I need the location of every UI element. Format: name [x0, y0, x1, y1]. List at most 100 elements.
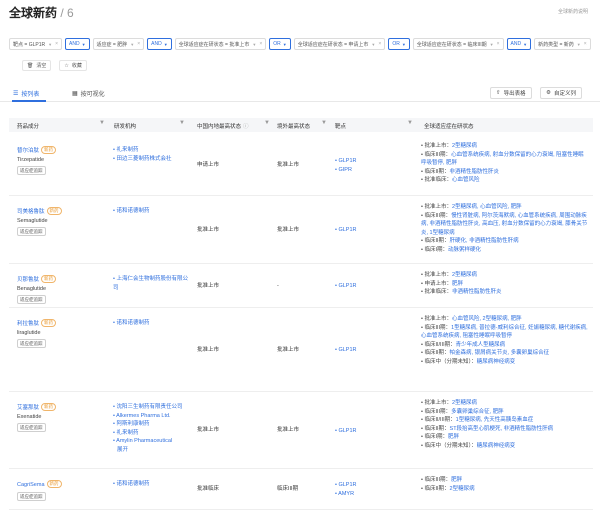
logic-operator-select[interactable]: OR ▼	[388, 38, 410, 50]
indication-link[interactable]: 青少年成人型糖尿病	[456, 342, 506, 348]
org-link[interactable]: • 阿斯利康制药	[113, 420, 188, 429]
indication-link[interactable]: 糖尿病神经病变	[477, 359, 516, 365]
column-header-org[interactable]: 研发机构	[114, 122, 136, 130]
indication-tracking-button[interactable]: 适应症追踪	[17, 339, 46, 349]
drug-name-link[interactable]: 替尔泊肽	[17, 148, 39, 154]
target-link[interactable]: • GIPR	[335, 166, 357, 175]
clear-filters-button[interactable]: 🗑 清空	[22, 60, 52, 71]
chevron-down-icon[interactable]: ▼	[48, 42, 52, 47]
indication-link[interactable]: ST段抬高型心肌梗死, 非酒精性脂肪性肝病	[450, 426, 554, 432]
org-link[interactable]: • 上海仁会生物制药股份有限公司	[113, 275, 188, 292]
indication-link[interactable]: 非酒精性脂肪性肝炎	[452, 289, 502, 295]
help-link[interactable]: 全球新药说明	[558, 8, 588, 15]
indication-tracking-button[interactable]: 适应症追踪	[17, 423, 46, 433]
filter-chip[interactable]: 适应症 = 肥胖 ▼ ×	[92, 38, 145, 50]
indication-tracking-button[interactable]: 适应症追踪	[17, 295, 46, 305]
org-link[interactable]: • Amylin Pharmaceutical	[113, 437, 188, 446]
close-icon[interactable]: ×	[137, 41, 140, 47]
target-link[interactable]: • AMYR	[335, 490, 357, 499]
drug-name-link[interactable]: 利拉鲁肽	[17, 321, 39, 327]
filter-icon[interactable]: ▼	[407, 120, 413, 126]
drug-name-link[interactable]: 司美格鲁肽	[17, 209, 45, 215]
close-icon[interactable]: ×	[55, 41, 58, 47]
org-link[interactable]: • 礼来制药	[113, 429, 188, 438]
indication-tracking-button[interactable]: 适应症追踪	[17, 166, 46, 176]
indication-link[interactable]: 帕金森病, 银屑病关节炎, 多囊卵巢综合征	[450, 350, 550, 356]
close-icon[interactable]: ×	[259, 41, 262, 47]
drug-name-link[interactable]: 贝那鲁肽	[17, 277, 39, 283]
filter-chip[interactable]: 新药类型 = 新药 ▼ ×	[534, 38, 591, 50]
drug-english-name: Benaglutide	[17, 285, 47, 292]
tab-list[interactable]: ☰ 按列表	[13, 89, 39, 98]
indication-link[interactable]: 动脉粥样硬化	[448, 247, 481, 253]
indication-tracking-button[interactable]: 适应症追踪	[17, 227, 46, 237]
filter-chip[interactable]: 靶点 = GLP1R ▼ ×	[9, 38, 62, 50]
indication-link[interactable]: 多囊卵巢综合征, 肥胖	[451, 409, 504, 415]
custom-columns-button[interactable]: ⚙ 自定义列	[540, 87, 582, 99]
target-link[interactable]: • GLP1R	[335, 427, 357, 436]
indication-link[interactable]: 糖尿病神经病变	[477, 443, 516, 449]
close-icon[interactable]: ×	[378, 41, 381, 47]
indication-link[interactable]: 2型糖尿病	[452, 272, 477, 278]
indication-link[interactable]: 心血管风险, 2型糖尿病, 肥胖	[452, 316, 522, 322]
column-header-global-status[interactable]: 全球适应症在研状态	[424, 122, 474, 130]
status-line: • 批准上市：2型糖尿病	[421, 271, 589, 280]
indication-link[interactable]: 肝硬化, 非酒精性脂肪性肝病	[450, 238, 519, 244]
org-link[interactable]: • 诺和诺德制药	[113, 319, 188, 328]
indication-link[interactable]: 2型糖尿病	[452, 143, 477, 149]
filter-icon[interactable]: ▼	[321, 120, 327, 126]
org-link[interactable]: • 诺和诺德制药	[113, 480, 188, 489]
indication-link[interactable]: 2型糖尿病	[450, 486, 475, 492]
logic-operator-select[interactable]: AND ▼	[65, 38, 90, 50]
logic-operator-select[interactable]: AND ▼	[147, 38, 172, 50]
filter-chip[interactable]: 全球适应症在研状态 = 申请上市 ▼ ×	[293, 38, 386, 50]
indication-link[interactable]: 肥胖	[451, 477, 462, 483]
indication-link[interactable]: 非酒精性脂肪性肝炎	[450, 169, 500, 175]
target-link[interactable]: • GLP1R	[335, 282, 357, 291]
column-header-intl-status[interactable]: 境外最高状态	[277, 122, 310, 130]
expand-link[interactable]: 展开	[113, 446, 188, 455]
logic-operator-select[interactable]: AND ▼	[506, 38, 532, 50]
org-link[interactable]: • 礼来制药	[113, 146, 188, 155]
filter-chip[interactable]: 全球适应症在研状态 = 临床III期 ▼ ×	[412, 38, 504, 50]
filter-icon[interactable]: ▼	[99, 120, 105, 126]
chevron-down-icon[interactable]: ▼	[371, 42, 375, 47]
indication-link[interactable]: 1型糖尿病, 先天性高胰岛素血症	[456, 417, 534, 423]
column-header-cn-status[interactable]: 中国内地最高状态 ⓘ	[197, 122, 249, 130]
indication-link[interactable]: 2型糖尿病	[452, 400, 477, 406]
filter-icon[interactable]: ▼	[264, 120, 270, 126]
indication-link[interactable]: 心血管风险	[452, 177, 480, 183]
target-link[interactable]: • GLP1R	[335, 346, 357, 355]
logic-operator-select[interactable]: OR ▼	[269, 38, 291, 50]
chevron-down-icon[interactable]: ▼	[252, 42, 256, 47]
table-row: 替尔泊肽 新药 Tirzepatide 适应症追踪 • 礼来制药 • 田边三菱制药株式会社…	[9, 136, 593, 196]
export-table-button[interactable]: ⇧ 导出表格	[490, 87, 532, 99]
org-link[interactable]: • 诺和诺德制药	[113, 207, 188, 216]
chevron-down-icon[interactable]: ▼	[490, 42, 494, 47]
chevron-down-icon[interactable]: ▼	[130, 42, 134, 47]
indication-link[interactable]: 肥胖	[448, 434, 459, 440]
column-header-target[interactable]: 靶点	[335, 122, 346, 130]
list-icon: ☰	[13, 91, 19, 97]
trash-icon: 🗑	[27, 62, 34, 69]
tab-visualization[interactable]: ▦ 按可视化	[72, 89, 105, 98]
org-link[interactable]: • 沈阳三生制药有限责任公司	[113, 403, 188, 412]
drug-name-link[interactable]: 艾塞那肽	[17, 405, 39, 411]
target-link[interactable]: • GLP1R	[335, 481, 357, 490]
org-link[interactable]: • Alkermes Pharma Ltd.	[113, 412, 188, 421]
filter-icon[interactable]: ▼	[179, 120, 185, 126]
org-link[interactable]: • 田边三菱制药株式会社	[113, 155, 188, 164]
indication-tracking-button[interactable]: 适应症追踪	[17, 491, 46, 501]
target-link[interactable]: • GLP1R	[335, 226, 357, 235]
indication-link[interactable]: 肥胖	[452, 281, 463, 287]
status-label: 临床II期：	[424, 485, 450, 492]
column-header-drug[interactable]: 药品成分	[17, 122, 39, 130]
target-link[interactable]: • GLP1R	[335, 157, 357, 166]
chevron-down-icon[interactable]: ▼	[577, 42, 581, 47]
indication-link[interactable]: 2型糖尿病, 心血管风险, 肥胖	[452, 204, 522, 210]
save-filters-button[interactable]: ☆ 收藏	[59, 60, 87, 71]
filter-chip[interactable]: 全球适应症在研状态 = 批准上市 ▼ ×	[174, 38, 267, 50]
close-icon[interactable]: ×	[497, 41, 500, 47]
close-icon[interactable]: ×	[584, 41, 587, 47]
drug-name-link[interactable]: CagriSema	[17, 482, 45, 488]
